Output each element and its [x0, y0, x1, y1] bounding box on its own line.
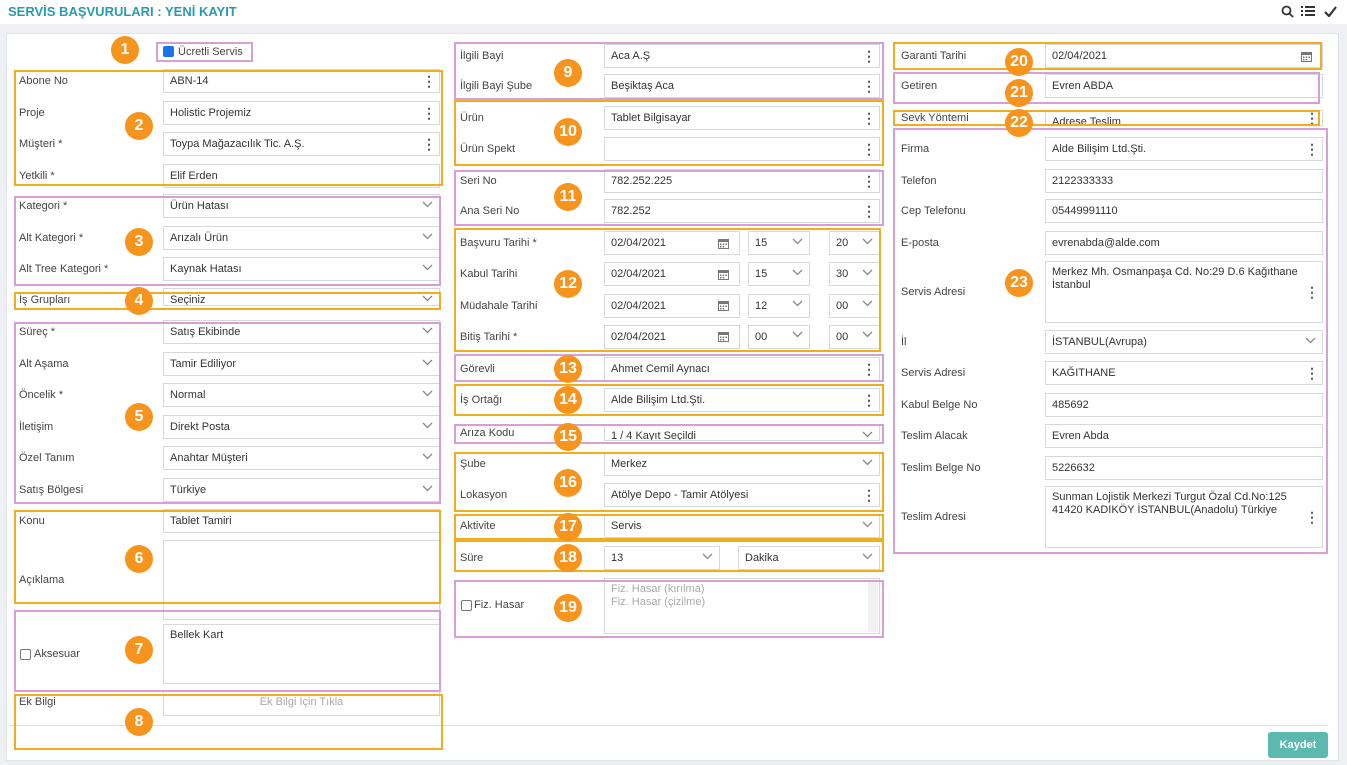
- check-icon[interactable]: [1322, 3, 1338, 19]
- list-icon[interactable]: [1300, 3, 1316, 19]
- ucretli-servis-checkbox[interactable]: [163, 46, 174, 57]
- step-badge-22: 22: [1005, 109, 1033, 137]
- group-gorevli: [454, 354, 884, 382]
- step-badge-8: 8: [125, 708, 153, 736]
- step-badge-18: 18: [554, 544, 582, 572]
- group-abone: [14, 70, 443, 186]
- step-badge-9: 9: [554, 59, 582, 87]
- step-badge-3: 3: [125, 228, 153, 256]
- step-badge-16: 16: [554, 469, 582, 497]
- group-tarihler: [454, 228, 881, 352]
- group-garanti: [893, 42, 1322, 70]
- step-badge-5: 5: [125, 403, 153, 431]
- group-sube: [454, 452, 884, 512]
- step-badge-14: 14: [554, 386, 582, 414]
- step-badge-10: 10: [554, 118, 582, 146]
- group-getiren: [893, 72, 1320, 104]
- group-firma: [893, 128, 1328, 554]
- save-button[interactable]: Kaydet: [1268, 732, 1328, 758]
- group-ortak: [454, 384, 884, 416]
- step-badge-19: 19: [554, 594, 582, 622]
- group-ariza: [454, 424, 884, 444]
- page-title: SERVİS BAŞVURULARI : YENİ KAYIT: [8, 4, 237, 19]
- group-kategori: [14, 196, 441, 286]
- group-surec: [14, 322, 441, 504]
- group-urun: [454, 100, 884, 166]
- step-badge-12: 12: [554, 270, 582, 298]
- step-badge-2: 2: [125, 112, 153, 140]
- step-badge-13: 13: [554, 355, 582, 383]
- group-bayi: [454, 42, 884, 100]
- group-aktivite: [454, 514, 884, 540]
- group-aksesuar: [14, 610, 441, 692]
- ucretli-servis-label: Ücretli Servis: [178, 46, 243, 58]
- step-badge-11: 11: [554, 183, 582, 211]
- group-sure: [454, 540, 884, 572]
- step-badge-17: 17: [554, 513, 582, 541]
- step-badge-21: 21: [1005, 79, 1033, 107]
- group-seri: [454, 170, 884, 226]
- group-sevk: [893, 110, 1320, 126]
- step-badge-4: 4: [125, 287, 153, 315]
- step-badge-1: 1: [111, 36, 139, 64]
- group-ek-bilgi: [14, 694, 443, 750]
- search-icon[interactable]: [1279, 3, 1295, 19]
- step-badge-20: 20: [1005, 48, 1033, 76]
- group-fiz-hasar: [454, 580, 884, 638]
- group-is-gruplari: [14, 292, 441, 310]
- step-badge-6: 6: [125, 545, 153, 573]
- step-badge-7: 7: [125, 636, 153, 664]
- header-bar: SERVİS BAŞVURULARI : YENİ KAYIT: [0, 0, 1347, 24]
- step-badge-15: 15: [554, 423, 582, 451]
- step-badge-23: 23: [1005, 269, 1033, 297]
- group-konu: [14, 510, 441, 604]
